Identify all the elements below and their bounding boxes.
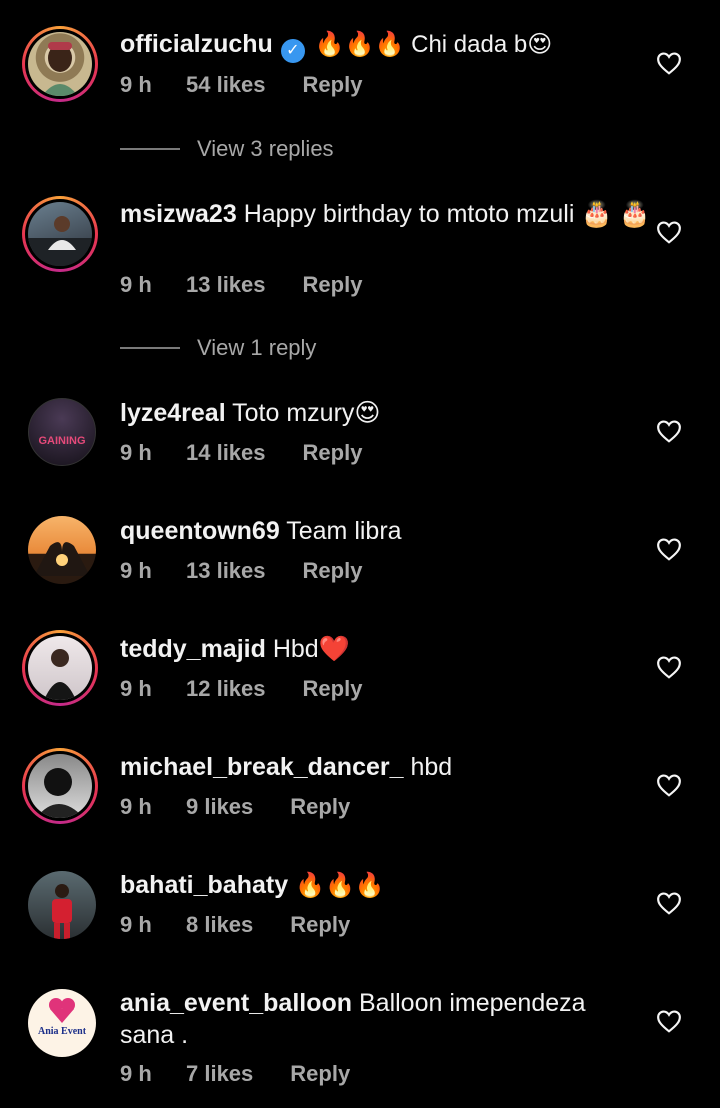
likes-count[interactable]: 54 likes	[186, 72, 266, 98]
avatar-logo-text: GAINING	[38, 435, 86, 447]
avatar[interactable]	[22, 196, 98, 272]
heart-outline-icon[interactable]	[656, 655, 682, 679]
comment-body: 🔥🔥🔥	[295, 872, 385, 899]
reply-button[interactable]: Reply	[303, 558, 363, 584]
username[interactable]: bahati_bahaty	[120, 871, 288, 899]
comment-text: msizwa23 Happy birthday to mtoto mzuli 🎂…	[120, 198, 660, 230]
avatar-logo-text: Ania Event	[37, 1026, 87, 1037]
comment-text: queentown69 Team libra	[120, 515, 660, 547]
timestamp: 9 h	[120, 558, 152, 583]
avatar[interactable]	[22, 26, 98, 102]
heart-outline-icon[interactable]	[656, 537, 682, 561]
likes-count[interactable]: 13 likes	[186, 272, 266, 298]
heart-outline-icon[interactable]	[656, 773, 682, 797]
comment-body: hbd	[410, 753, 453, 781]
comment-text: teddy_majid Hbd❤️	[120, 633, 660, 665]
reply-button[interactable]: Reply	[303, 676, 363, 702]
avatar[interactable]: GAINING	[28, 398, 96, 466]
comment-meta: 9 h 13 likes Reply	[120, 272, 362, 298]
username[interactable]: queentown69	[120, 517, 280, 545]
timestamp: 9 h	[120, 676, 152, 701]
comment-body: Happy birthday to mtoto mzuli 🎂 🎂	[243, 200, 651, 228]
reply-button[interactable]: Reply	[303, 440, 363, 466]
comment-body: Hbd❤️	[272, 635, 350, 663]
username[interactable]: teddy_majid	[120, 635, 266, 663]
view-replies-label: View 1 reply	[197, 335, 317, 360]
comment-body: 🔥🔥🔥 Chi dada b😍	[314, 31, 553, 58]
comment-text: lyze4real Toto mzury😍	[120, 397, 660, 429]
comment-meta: 9 h 9 likes Reply	[120, 794, 350, 820]
comment-body: Toto mzury😍	[232, 399, 381, 427]
heart-outline-icon[interactable]	[656, 220, 682, 244]
likes-count[interactable]: 9 likes	[186, 794, 253, 820]
likes-count[interactable]: 8 likes	[186, 912, 253, 938]
comment-meta: 9 h 12 likes Reply	[120, 676, 362, 702]
avatar[interactable]	[28, 871, 96, 939]
reply-button[interactable]: Reply	[290, 912, 350, 938]
comment-meta: 9 h 13 likes Reply	[120, 558, 362, 584]
heart-outline-icon[interactable]	[656, 419, 682, 443]
comment-text: officialzuchu ✓ 🔥🔥🔥 Chi dada b😍	[120, 28, 660, 63]
likes-count[interactable]: 12 likes	[186, 676, 266, 702]
likes-count[interactable]: 14 likes	[186, 440, 266, 466]
comment-text: michael_break_dancer_ hbd	[120, 751, 660, 783]
comment-text: ania_event_balloon Balloon imependeza sa…	[120, 987, 590, 1051]
view-replies-button[interactable]: View 1 reply	[120, 335, 316, 361]
timestamp: 9 h	[120, 794, 152, 819]
comment-body: Team libra	[286, 517, 402, 545]
username[interactable]: ania_event_balloon	[120, 989, 352, 1017]
divider	[120, 347, 180, 349]
timestamp: 9 h	[120, 1061, 152, 1086]
view-replies-label: View 3 replies	[197, 136, 334, 161]
reply-button[interactable]: Reply	[290, 1061, 350, 1087]
reply-button[interactable]: Reply	[303, 72, 363, 98]
likes-count[interactable]: 13 likes	[186, 558, 266, 584]
comment-text: bahati_bahaty 🔥🔥🔥	[120, 869, 660, 902]
timestamp: 9 h	[120, 440, 152, 465]
view-replies-button[interactable]: View 3 replies	[120, 136, 334, 162]
timestamp: 9 h	[120, 272, 152, 297]
reply-button[interactable]: Reply	[303, 272, 363, 298]
username[interactable]: msizwa23	[120, 200, 237, 228]
avatar[interactable]	[22, 630, 98, 706]
comment-meta: 9 h 8 likes Reply	[120, 912, 350, 938]
verified-badge-icon: ✓	[280, 39, 305, 63]
username[interactable]: michael_break_dancer_	[120, 753, 404, 781]
heart-outline-icon[interactable]	[656, 891, 682, 915]
username[interactable]: officialzuchu	[120, 30, 273, 58]
avatar[interactable]: Ania Event	[28, 989, 96, 1057]
avatar[interactable]	[28, 516, 96, 584]
comment-meta: 9 h 14 likes Reply	[120, 440, 362, 466]
timestamp: 9 h	[120, 912, 152, 937]
comment-meta: 9 h 54 likes Reply	[120, 72, 362, 98]
avatar[interactable]	[22, 748, 98, 824]
heart-outline-icon[interactable]	[656, 1009, 682, 1033]
comment-meta: 9 h 7 likes Reply	[120, 1061, 350, 1087]
divider	[120, 148, 180, 150]
likes-count[interactable]: 7 likes	[186, 1061, 253, 1087]
heart-outline-icon[interactable]	[656, 51, 682, 75]
timestamp: 9 h	[120, 72, 152, 97]
reply-button[interactable]: Reply	[290, 794, 350, 820]
username[interactable]: lyze4real	[120, 399, 226, 427]
